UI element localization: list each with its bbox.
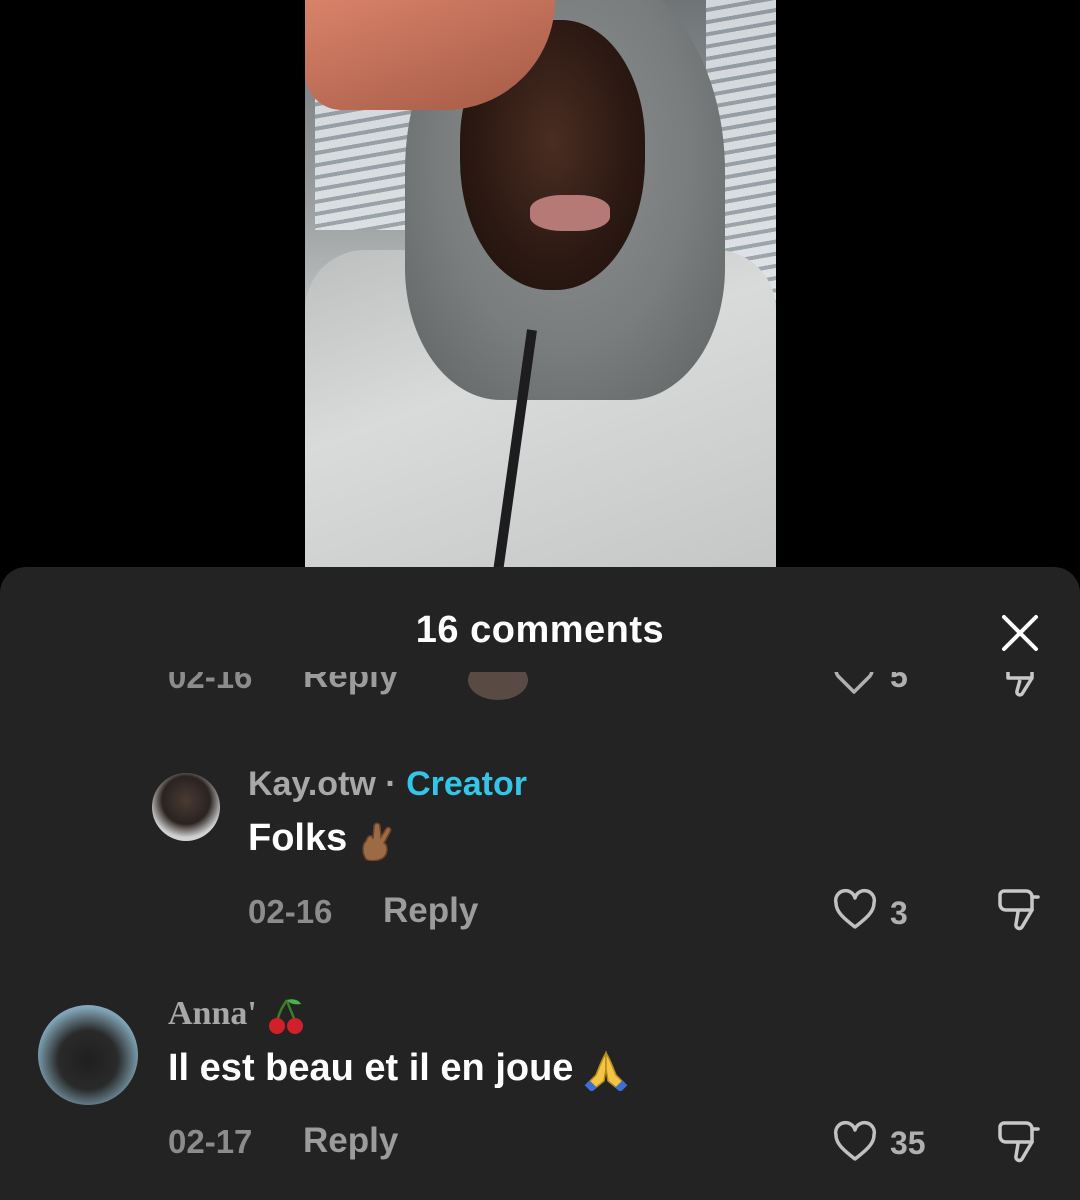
- lips: [530, 195, 610, 231]
- reply-button[interactable]: Reply: [303, 1121, 398, 1161]
- comment-text-content: Il est beau et il en joue: [168, 1047, 574, 1089]
- comment-text-content: Folks: [248, 817, 348, 859]
- username[interactable]: Kay.otw: [248, 765, 376, 803]
- avatar[interactable]: [38, 1005, 138, 1105]
- like-count: 35: [890, 1125, 926, 1161]
- comments-count-title: 16 comments: [415, 609, 665, 651]
- partial-comment-row: 02-16 Reply 5: [0, 672, 1080, 702]
- comment-date: 02-16: [248, 893, 333, 930]
- heart-icon[interactable]: [832, 672, 876, 698]
- comment-text: Il est beau et il en joue: [168, 1047, 628, 1091]
- comments-sheet: 16 comments 02-16 Reply 5 Kay.otw · Crea…: [0, 567, 1080, 1200]
- close-icon[interactable]: [998, 611, 1042, 655]
- reaction-thumbnail: [468, 672, 528, 700]
- comment-date: 02-16: [168, 672, 253, 695]
- dislike-icon[interactable]: [994, 1117, 1042, 1165]
- crossed-fingers-icon: [362, 822, 392, 861]
- username[interactable]: Anna': [168, 995, 257, 1032]
- folded-hands-icon: [584, 1050, 628, 1091]
- dislike-icon[interactable]: [996, 672, 1042, 700]
- comment-text: Folks: [248, 817, 394, 861]
- heart-icon[interactable]: [832, 1119, 878, 1165]
- separator-dot: ·: [385, 765, 397, 803]
- reply-button[interactable]: Reply: [383, 891, 478, 931]
- dislike-icon[interactable]: [994, 885, 1042, 933]
- heart-icon[interactable]: [832, 887, 878, 933]
- comment-date: 02-17: [168, 1123, 253, 1160]
- comment-item: Kay.otw · Creator Folks 02-16 Reply 3: [0, 757, 1080, 957]
- comment-author[interactable]: Anna': [168, 995, 305, 1036]
- like-count: 3: [890, 895, 908, 931]
- reply-button[interactable]: Reply: [303, 672, 398, 696]
- like-count: 5: [890, 672, 908, 694]
- creator-badge: Creator: [406, 765, 528, 803]
- comment-author[interactable]: Kay.otw · Creator: [248, 765, 527, 804]
- video-preview[interactable]: [305, 0, 776, 580]
- cherries-icon: [269, 999, 304, 1035]
- comment-item: Anna' Il est beau et il en joue 02-17 Re…: [0, 987, 1080, 1197]
- avatar[interactable]: [152, 773, 220, 841]
